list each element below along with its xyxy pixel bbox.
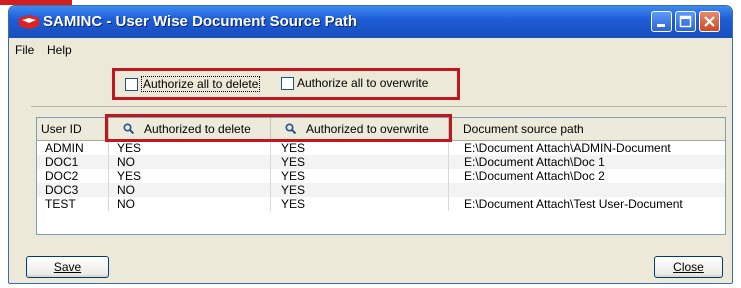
authorize-delete-checkbox[interactable] [125,77,138,91]
cell-path: E:\Document Attach\Doc 2 [464,169,605,183]
cell-user-id: ADMIN [37,141,109,155]
cell-overwrite: YES [271,183,449,197]
authorize-overwrite-option[interactable]: Authorize all to overwrite [281,76,428,90]
cell-delete: NO [109,183,271,197]
cell-delete: NO [109,197,271,211]
authorize-overwrite-label: Authorize all to overwrite [297,76,429,90]
cell-delete: YES [109,141,271,155]
save-button[interactable]: Save [26,256,109,278]
app-logo-icon [19,15,39,29]
col-user-id[interactable]: User ID [37,118,109,140]
cell-overwrite: YES [271,197,449,211]
cell-delete: YES [109,169,271,183]
group-divider [31,106,727,107]
table-row[interactable]: DOC2 YES YES E:\Document Attach\Doc 2 [37,169,725,183]
minimize-button[interactable] [651,11,672,32]
cell-path: E:\Document Attach\Test User-Document [464,197,683,211]
menu-file[interactable]: File [15,43,34,57]
authorize-delete-option[interactable]: Authorize all to delete [125,76,261,92]
close-button[interactable]: Close [654,256,723,278]
title-bar[interactable]: SAMINC - User Wise Document Source Path [9,6,732,38]
window-title: SAMINC - User Wise Document Source Path [43,13,358,30]
authorize-overwrite-checkbox[interactable] [281,76,294,90]
authorize-delete-label: Authorize all to delete [141,76,261,92]
cell-user-id: DOC1 [37,155,109,169]
close-window-button[interactable] [699,11,720,32]
cell-path: E:\Document Attach\Doc 1 [464,155,605,169]
app-window: SAMINC - User Wise Document Source Path … [8,5,733,284]
maximize-button[interactable] [675,11,696,32]
cell-path [449,183,725,197]
cell-overwrite: YES [271,169,449,183]
table-row[interactable]: DOC1 NO YES E:\Document Attach\Doc 1 [37,155,725,169]
table-row[interactable]: DOC3 NO YES [37,183,725,197]
table-row[interactable]: ADMIN YES YES E:\Document Attach\ADMIN-D… [37,141,725,155]
auth-columns-highlight-box [105,114,452,142]
table-row[interactable]: TEST NO YES E:\Document Attach\Test User… [37,197,725,211]
cell-user-id: TEST [37,197,109,211]
cell-user-id: DOC2 [37,169,109,183]
cell-user-id: DOC3 [37,183,109,197]
cell-delete: NO [109,155,271,169]
col-path[interactable]: Document source path [449,118,725,140]
cell-path: E:\Document Attach\ADMIN-Document [464,141,671,155]
menu-help[interactable]: Help [47,43,72,57]
menu-bar: File Help [9,39,732,61]
cell-overwrite: YES [271,155,449,169]
cell-overwrite: YES [271,141,449,155]
